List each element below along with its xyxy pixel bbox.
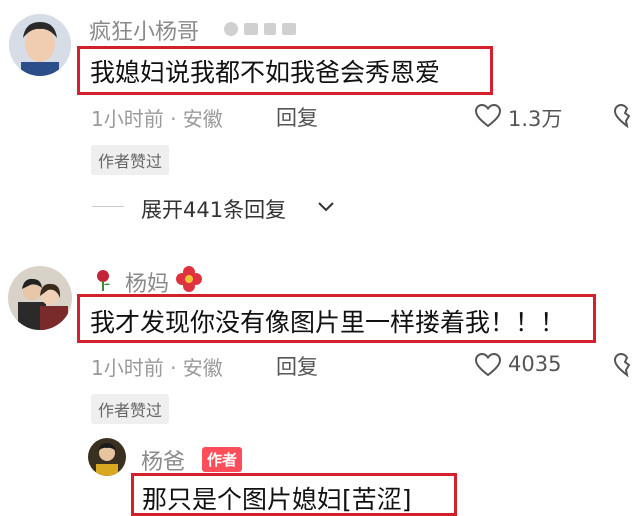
author-badge: 作者 <box>202 447 243 472</box>
divider-line <box>92 206 124 207</box>
comment-text: 我媳妇说我都不如我爸会秀恩爱 <box>90 58 441 87</box>
avatar[interactable] <box>88 438 126 476</box>
flower-icon <box>174 264 204 294</box>
reply-button[interactable]: 回复 <box>276 351 318 381</box>
reply-button[interactable]: 回复 <box>276 102 318 132</box>
heart-icon[interactable] <box>474 103 502 128</box>
like-count: 4035 <box>508 352 562 376</box>
avatar[interactable] <box>8 266 72 330</box>
dislike-icon[interactable] <box>613 103 640 129</box>
author-liked-chip: 作者赞过 <box>91 145 170 175</box>
expand-replies-button[interactable]: 展开441条回复 <box>141 194 286 224</box>
heart-icon[interactable] <box>474 352 502 377</box>
username[interactable]: 疯狂小杨哥 <box>89 14 199 46</box>
chevron-down-icon[interactable] <box>316 199 336 215</box>
time-location: 1小时前 · 安徽 <box>91 356 223 380</box>
author-liked-chip: 作者赞过 <box>91 394 170 424</box>
like-count: 1.3万 <box>508 107 563 131</box>
comment-text: 那只是个图片媳妇[苦涩] <box>142 485 412 514</box>
tag-icons <box>222 20 304 38</box>
rose-icon <box>92 268 114 292</box>
dislike-icon[interactable] <box>613 352 640 378</box>
avatar[interactable] <box>9 14 71 76</box>
username[interactable]: 杨爸 <box>141 444 185 476</box>
comment-text: 我才发现你没有像图片里一样搂着我！！！ <box>90 308 566 337</box>
time-location: 1小时前 · 安徽 <box>91 107 223 131</box>
